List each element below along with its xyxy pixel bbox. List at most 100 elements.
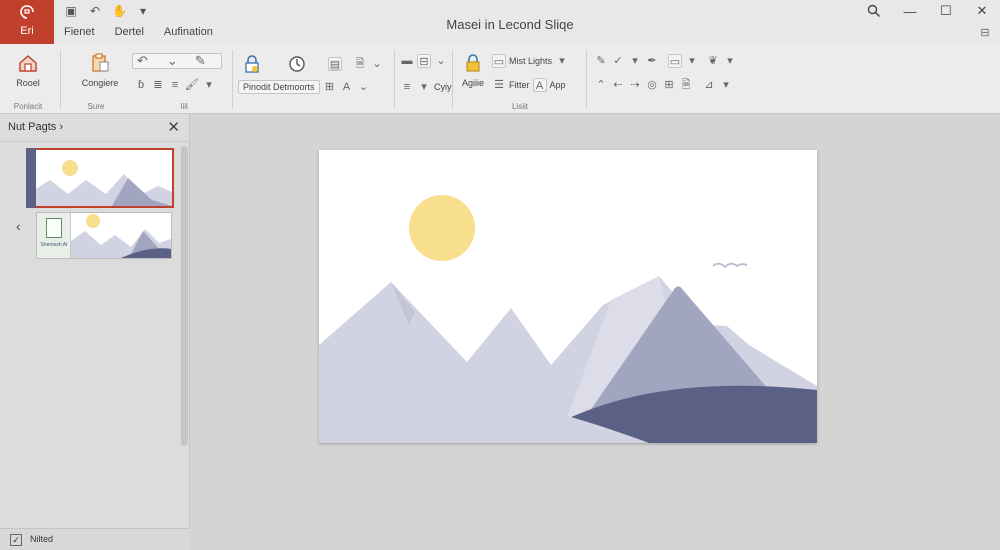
congiere-button[interactable]: Congiere bbox=[76, 52, 124, 88]
shapes-icon[interactable]: ▬ bbox=[400, 54, 414, 68]
thumbnail-badge: Shemesh AI bbox=[37, 213, 71, 258]
pinodit-detmoorts-button[interactable]: Pinodit Detmoorts ⊞ A ⌄ bbox=[238, 80, 371, 94]
formatting-row: ɓ ≣ ≡ 🖌 ▾ bbox=[134, 78, 216, 92]
copy-button[interactable]: ≡ ▾ Cyiy bbox=[400, 80, 452, 94]
ribbon-group-sure: Congiere ↶ ⌄ ✎ ɓ ≣ ≡ 🖌 ▾ Sure Iiil bbox=[64, 44, 230, 114]
shape-outline-icon[interactable]: ▭ bbox=[668, 54, 682, 68]
app-label[interactable]: App bbox=[550, 80, 566, 90]
ribbon-group-lisiit: Agiiie ▭ Mist Lights ▾ ☰ Fitter A App Li… bbox=[456, 44, 584, 114]
file-tab[interactable]: Eri bbox=[0, 0, 54, 44]
lock-paint-icon[interactable] bbox=[242, 54, 262, 74]
circle-icon[interactable]: ◎ bbox=[645, 78, 659, 92]
chevron-down-icon[interactable]: ⌄ bbox=[370, 57, 384, 71]
table-icon[interactable]: ▤ bbox=[328, 57, 342, 71]
document-icon[interactable]: 🗎 bbox=[353, 57, 367, 71]
drawing-row-1: ✎ ✓ ▾ ✒ ▭ ▾ ❦ ▾ bbox=[594, 54, 737, 68]
grid-icon[interactable]: ⊞ bbox=[323, 80, 337, 94]
slide-canvas[interactable] bbox=[319, 150, 817, 443]
close-icon[interactable]: ✕ bbox=[167, 118, 180, 136]
status-bar: ✓ Nilted bbox=[0, 528, 190, 550]
pane-scrollbar[interactable] bbox=[181, 146, 188, 446]
apply-label: Agiiie bbox=[461, 78, 484, 88]
layout-icon[interactable]: ⊟ bbox=[417, 54, 431, 68]
undo-icon[interactable]: ↶ bbox=[88, 4, 102, 18]
dropdown-icon[interactable]: ▾ bbox=[685, 54, 699, 68]
close-icon[interactable]: ✕ bbox=[964, 0, 1000, 22]
pen-icon[interactable]: ✒ bbox=[645, 54, 659, 68]
undo-arrow-icon: ↶ bbox=[137, 53, 148, 68]
minimize-icon[interactable]: — bbox=[892, 0, 928, 22]
align-icon[interactable]: ≡ bbox=[168, 78, 182, 92]
tab-aufination[interactable]: Aufination bbox=[164, 26, 213, 38]
document-title: Masei in Lecond Sliqe bbox=[446, 17, 574, 32]
chevron-down-icon[interactable]: ⌄ bbox=[357, 80, 371, 94]
tab-fienet[interactable]: Fienet bbox=[64, 26, 95, 38]
rooel-button[interactable]: Rooel bbox=[8, 52, 48, 88]
rooel-label: Rooel bbox=[16, 78, 40, 88]
window-controls: — ☐ ✕ bbox=[856, 0, 1000, 22]
line-spacing-icon[interactable]: ≣ bbox=[151, 78, 165, 92]
pane-header: Nut Pagts › ✕ bbox=[0, 114, 190, 142]
customize-toolbar-icon[interactable]: ▾ bbox=[136, 4, 150, 18]
maximize-icon[interactable]: ☐ bbox=[928, 0, 964, 22]
checkbox-icon[interactable]: ✓ bbox=[10, 534, 22, 546]
apply-button[interactable]: Agiiie bbox=[456, 52, 490, 88]
menu-tabs: Fienet Dertel Aufination bbox=[64, 26, 213, 38]
ribbon-group-arrange: ▬ ⊟ ⌄ ≡ ▾ Cyiy bbox=[398, 44, 454, 114]
lock-icon bbox=[466, 54, 480, 72]
search-icon[interactable] bbox=[856, 0, 892, 22]
brush-icon[interactable]: 🖌 bbox=[185, 78, 199, 92]
slide-thumbnail-1[interactable] bbox=[26, 148, 174, 208]
ribbon-divider bbox=[60, 50, 61, 108]
arrange-icon[interactable]: ⊿ bbox=[702, 78, 716, 92]
mist-lights-dropdown[interactable]: ▭ Mist Lights ▾ bbox=[492, 54, 569, 68]
chevron-down-icon[interactable]: ⌄ bbox=[434, 54, 448, 68]
filter-label[interactable]: Fitter bbox=[509, 80, 530, 90]
pencil-icon[interactable]: ✎ bbox=[594, 54, 608, 68]
caret-up-icon[interactable]: ⌃ bbox=[594, 78, 608, 92]
pane-title[interactable]: Nut Pagts › bbox=[8, 121, 63, 133]
arrange-row: ▬ ⊟ ⌄ bbox=[400, 54, 448, 68]
pen-icon: ✎ bbox=[194, 53, 206, 68]
mist-lights-label: Mist Lights bbox=[509, 56, 553, 66]
dropdown-icon[interactable]: ▾ bbox=[628, 54, 642, 68]
badge-label: Shemesh AI bbox=[40, 242, 68, 248]
ribbon-group-insert: ▤ 🗎 ⌄ Pinodit Detmoorts ⊞ A ⌄ bbox=[236, 44, 392, 114]
font-name-dropdown[interactable]: ↶ ⌄ ✎ bbox=[132, 53, 222, 69]
check-icon[interactable]: ✓ bbox=[611, 54, 625, 68]
pinodit-detmoorts-label: Pinodit Detmoorts bbox=[238, 80, 320, 94]
slide-thumbnail-2[interactable]: Shemesh AI bbox=[36, 212, 172, 259]
title-bar: Eri ▣ ↶ ✋ ▾ Fienet Dertel Aufination Mas… bbox=[0, 0, 1000, 44]
touch-mode-icon[interactable]: ✋ bbox=[112, 4, 127, 18]
chevron-left-icon[interactable]: ‹ bbox=[16, 218, 21, 234]
document-icon[interactable]: 🗎 bbox=[679, 78, 693, 92]
save-icon[interactable]: ▣ bbox=[64, 4, 78, 18]
app-icon[interactable]: A bbox=[532, 78, 547, 92]
ribbon-group-drawing: ✎ ✓ ▾ ✒ ▭ ▾ ❦ ▾ ⌃ ⇠ ⇢ ◎ ⊞ 🗎 ⊿ ▾ bbox=[590, 44, 750, 114]
lisiit-group-label: Lisiit bbox=[511, 102, 528, 111]
thumbnail-landscape-illustration bbox=[28, 150, 172, 206]
filter-icon[interactable]: ☰ bbox=[492, 78, 506, 92]
quick-access-toolbar: ▣ ↶ ✋ ▾ bbox=[64, 3, 150, 19]
dropdown-icon: ▾ bbox=[559, 55, 565, 67]
ribbon-divider bbox=[394, 50, 395, 108]
bold-icon[interactable]: ɓ bbox=[134, 78, 148, 92]
ribbon-collapse-icon[interactable]: ⊟ bbox=[978, 26, 992, 40]
grid-icon[interactable]: ⊞ bbox=[662, 78, 676, 92]
insert-icons-row: ▤ 🗎 ⌄ bbox=[242, 54, 384, 74]
iiil-group-label: Iiil bbox=[180, 102, 188, 111]
dropdown-icon[interactable]: ▾ bbox=[723, 54, 737, 68]
dropdown-icon[interactable]: ▾ bbox=[719, 78, 733, 92]
tab-dertel[interactable]: Dertel bbox=[115, 26, 144, 38]
font-size-icon[interactable]: A bbox=[340, 80, 354, 94]
chevron-down-icon: ⌄ bbox=[166, 53, 178, 68]
clock-icon[interactable] bbox=[287, 54, 307, 74]
arrow-right-icon[interactable]: ⇢ bbox=[628, 78, 642, 92]
ribbon: Rooel Ponlacit Congiere ↶ ⌄ ✎ ɓ ≣ ≡ 🖌 ▾ … bbox=[0, 44, 1000, 114]
thumbnail-landscape-illustration bbox=[71, 213, 171, 258]
arrow-left-icon[interactable]: ⇠ bbox=[611, 78, 625, 92]
ribbon-divider bbox=[586, 50, 587, 108]
ponlacit-group-label: Ponlacit bbox=[13, 102, 43, 111]
effects-icon[interactable]: ❦ bbox=[706, 54, 720, 68]
dropdown-icon[interactable]: ▾ bbox=[202, 78, 216, 92]
